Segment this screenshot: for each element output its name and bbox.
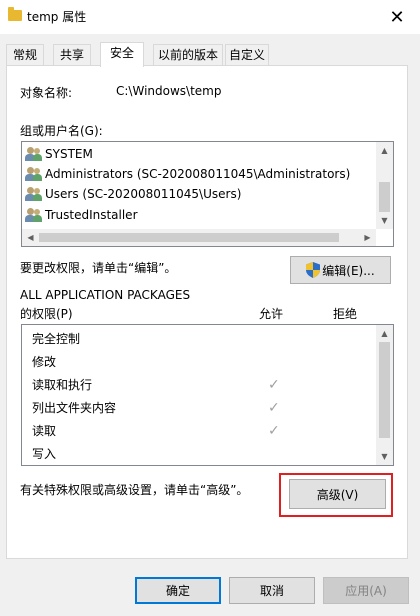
user-group-icon — [25, 208, 42, 222]
user-group-icon — [25, 167, 42, 181]
scroll-thumb[interactable] — [379, 342, 390, 438]
list-item: 列出文件夹内容 — [32, 401, 117, 415]
user-name: Users (SC-202008011045\Users) — [45, 187, 242, 201]
folder-icon — [8, 7, 22, 21]
object-name-label: 对象名称: — [20, 86, 73, 100]
list-item[interactable]: Administrators (SC-202008011045\Administ… — [25, 164, 350, 184]
users-vertical-scrollbar[interactable]: ▲ ▼ — [376, 142, 393, 229]
scroll-up-icon[interactable]: ▲ — [376, 142, 393, 159]
users-listbox[interactable]: SYSTEM Administrators (SC-202008011045\A… — [21, 141, 394, 247]
edit-hint: 要更改权限，请单击“编辑”。 — [20, 261, 177, 275]
scroll-thumb[interactable] — [39, 233, 339, 242]
checkmark-icon: ✓ — [268, 423, 280, 439]
close-button[interactable]: ✕ — [374, 0, 420, 34]
ok-button[interactable]: 确定 — [135, 577, 221, 604]
tab-sharing[interactable]: 共享 — [53, 44, 91, 66]
scroll-down-icon[interactable]: ▼ — [376, 212, 393, 229]
permissions-for-line1: ALL APPLICATION PACKAGES — [20, 288, 191, 302]
deny-header: 拒绝 — [333, 307, 358, 321]
object-name-value: C:\Windows\temp — [116, 84, 222, 98]
user-group-icon — [25, 187, 42, 201]
apply-button[interactable]: 应用(A) — [323, 577, 409, 604]
scroll-left-icon[interactable]: ◀ — [22, 229, 39, 246]
edit-button[interactable]: 编辑(E)... — [290, 256, 391, 284]
groups-label: 组或用户名(G): — [20, 124, 103, 138]
allow-header: 允许 — [259, 307, 284, 321]
scroll-down-icon[interactable]: ▼ — [376, 448, 393, 465]
scroll-right-icon[interactable]: ▶ — [359, 229, 376, 246]
user-name: TrustedInstaller — [45, 208, 138, 222]
list-item: 读取和执行 — [32, 378, 93, 392]
user-name: Administrators (SC-202008011045\Administ… — [45, 167, 351, 181]
permissions-for-line2: 的权限(P) — [20, 307, 73, 321]
users-horizontal-scrollbar[interactable]: ◀ ▶ — [22, 229, 376, 246]
list-item: 修改 — [32, 355, 57, 369]
checkmark-icon: ✓ — [268, 400, 280, 416]
list-item[interactable]: TrustedInstaller — [25, 205, 138, 225]
tab-security[interactable]: 安全 — [100, 42, 144, 67]
tab-general[interactable]: 常规 — [6, 44, 44, 66]
checkmark-icon: ✓ — [268, 377, 280, 393]
list-item: 完全控制 — [32, 332, 81, 346]
scroll-up-icon[interactable]: ▲ — [376, 325, 393, 342]
permissions-listbox[interactable]: 完全控制 修改 读取和执行 列出文件夹内容 读取 写入 ✓ ✓ ✓ ▲ ▼ — [21, 324, 394, 466]
user-group-icon — [25, 147, 42, 161]
title-bar: temp 属性 ✕ — [0, 0, 420, 34]
scroll-thumb[interactable] — [379, 182, 390, 212]
highlight-box — [279, 473, 393, 517]
list-item: 读取 — [32, 424, 57, 438]
advanced-hint: 有关特殊权限或高级设置，请单击“高级”。 — [20, 483, 249, 497]
user-name: SYSTEM — [45, 147, 93, 161]
tab-customize[interactable]: 自定义 — [225, 44, 269, 66]
list-item[interactable]: SYSTEM — [25, 144, 93, 164]
window-title: temp 属性 — [27, 10, 87, 24]
list-item[interactable]: Users (SC-202008011045\Users) — [25, 184, 241, 204]
cancel-button[interactable]: 取消 — [229, 577, 315, 604]
permissions-vertical-scrollbar[interactable]: ▲ ▼ — [376, 325, 393, 465]
edit-button-label: 编辑(E)... — [322, 263, 375, 278]
tab-previous-versions[interactable]: 以前的版本 — [153, 44, 223, 66]
list-item: 写入 — [32, 447, 57, 461]
uac-shield-icon — [306, 262, 321, 278]
